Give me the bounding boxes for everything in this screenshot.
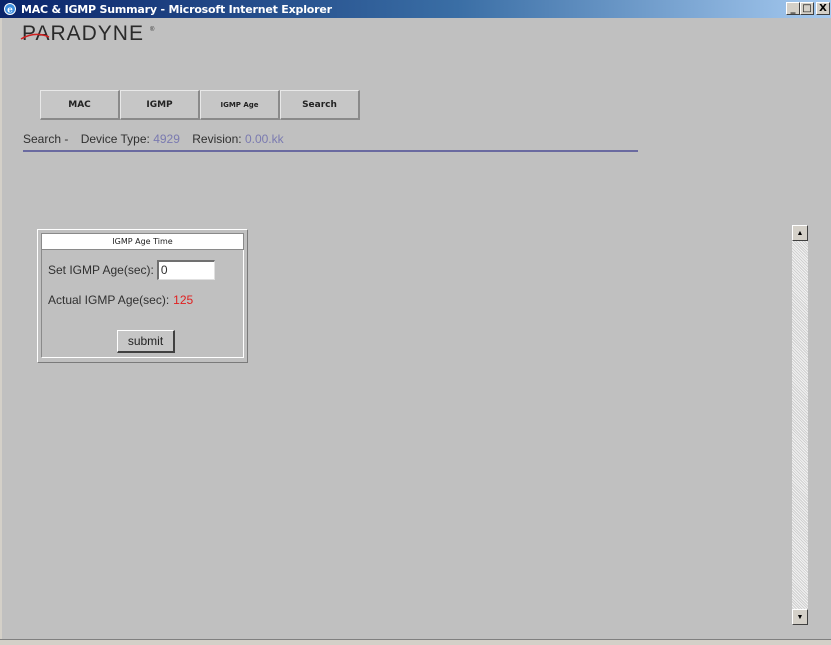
igmp-age-panel: IGMP Age Time Set IGMP Age(sec): 0 Actua…	[37, 229, 248, 363]
nav-bar: MAC IGMP IGMP Age Search	[40, 90, 360, 120]
device-info: Search - Device Type: 4929 Revision: 0.0…	[23, 132, 284, 146]
revision-label: Revision:	[192, 132, 242, 146]
minimize-button[interactable]: _	[786, 2, 800, 15]
set-igmp-age-label: Set IGMP Age(sec):	[48, 263, 154, 277]
window-bottom-border	[0, 639, 831, 645]
window-controls: _ □ X	[786, 2, 830, 15]
scroll-down-button[interactable]: ▼	[792, 609, 808, 625]
set-igmp-age-row: Set IGMP Age(sec): 0	[48, 260, 215, 280]
revision-value: 0.00.kk	[244, 132, 284, 146]
nav-igmp-button[interactable]: IGMP	[120, 90, 200, 120]
svg-text:e: e	[7, 6, 13, 16]
actual-igmp-age-row: Actual IGMP Age(sec): 125	[48, 293, 193, 307]
panel-title: IGMP Age Time	[41, 233, 244, 250]
window-title: MAC & IGMP Summary - Microsoft Internet …	[21, 2, 332, 16]
actual-igmp-age-value: 125	[173, 293, 194, 307]
submit-button[interactable]: submit	[117, 330, 175, 353]
header-divider	[23, 150, 638, 152]
internet-explorer-icon: e	[3, 2, 17, 16]
device-type-value: 4929	[153, 132, 180, 146]
device-type-label: Device Type:	[80, 132, 150, 146]
panel-body: Set IGMP Age(sec): 0 Actual IGMP Age(sec…	[41, 250, 244, 358]
scroll-up-button[interactable]: ▲	[792, 225, 808, 241]
nav-search-button[interactable]: Search	[280, 90, 360, 120]
nav-mac-button[interactable]: MAC	[40, 90, 120, 120]
close-button[interactable]: X	[816, 2, 830, 15]
nav-igmp-age-button[interactable]: IGMP Age	[200, 90, 280, 120]
maximize-button[interactable]: □	[800, 2, 814, 15]
logo-registered-mark: ®	[150, 27, 155, 33]
igmp-age-input[interactable]: 0	[156, 260, 215, 280]
window-left-border	[0, 18, 2, 639]
actual-igmp-age-label: Actual IGMP Age(sec):	[48, 293, 170, 307]
vertical-scrollbar[interactable]: ▲ ▼	[792, 225, 808, 625]
window-titlebar[interactable]: e MAC & IGMP Summary - Microsoft Interne…	[0, 0, 831, 18]
logo-swoosh-icon	[20, 33, 50, 40]
page-section-label: Search -	[23, 132, 69, 146]
